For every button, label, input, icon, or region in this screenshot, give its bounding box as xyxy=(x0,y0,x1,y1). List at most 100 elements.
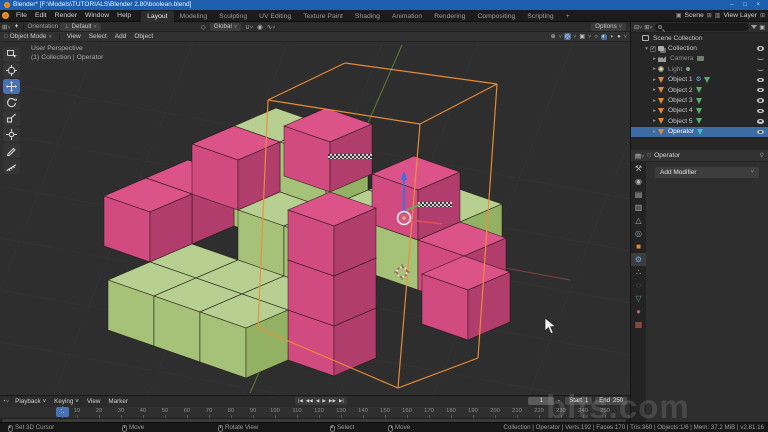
outliner-row-object-1[interactable]: ▸Object 1⚙ xyxy=(631,75,768,85)
window-controls[interactable]: – □ × xyxy=(730,0,764,10)
editor-type-icon[interactable]: ⊞˅ xyxy=(0,23,13,31)
expand-icon[interactable]: ▸ xyxy=(651,129,658,135)
pivot-point-icon[interactable]: ◇ xyxy=(199,23,208,31)
outliner-search-input[interactable] xyxy=(655,23,750,31)
expand-icon[interactable]: ▸ xyxy=(651,77,658,83)
timeline-menu-keying[interactable]: Keying ˅ xyxy=(50,398,83,405)
outliner-row-light[interactable]: ▸Light xyxy=(631,64,768,74)
tab-texture-paint[interactable]: Texture Paint xyxy=(297,11,349,22)
playback-button[interactable]: ▶ xyxy=(321,397,327,405)
new-collection-icon[interactable]: ▣ xyxy=(759,24,765,31)
properties-editor-icon[interactable]: ▤˅ xyxy=(635,152,644,160)
tab-layout[interactable]: Layout xyxy=(141,11,173,22)
outliner-row-collection[interactable]: ▾✓Collection xyxy=(631,43,768,53)
viewport-3d[interactable]: User Perspective (1) Collection | Operat… xyxy=(0,42,630,395)
solid-shading-icon[interactable]: ◐ xyxy=(601,34,607,40)
timeline-ruler[interactable]: 1 10203040506070809010011012013014015016… xyxy=(0,407,630,418)
gizmo-icon[interactable]: ⊕ xyxy=(550,33,557,40)
properties-tab-active-tool[interactable]: ⚒ xyxy=(631,162,646,175)
properties-tab-texture[interactable]: ▦ xyxy=(631,318,646,331)
tab-modeling[interactable]: Modeling xyxy=(174,11,214,22)
current-frame-field[interactable]: 1 xyxy=(528,397,554,405)
properties-tab-world[interactable]: ◎ xyxy=(631,227,646,240)
falloff-icon[interactable]: ∿˅ xyxy=(265,23,278,31)
new-scene-icon[interactable]: ⊞ xyxy=(707,12,712,19)
tab-uv-editing[interactable]: UV Editing xyxy=(253,11,297,22)
transform-tool-button[interactable] xyxy=(3,127,20,142)
xray-icon-caret[interactable]: ˅ xyxy=(588,34,591,40)
move-tool-button[interactable] xyxy=(3,79,20,94)
tab-scripting[interactable]: Scripting xyxy=(521,11,559,22)
display-mode-icon[interactable]: ⊞˅ xyxy=(644,24,652,31)
overlays-icon[interactable]: ◎ xyxy=(564,33,571,40)
outliner-row-object-2[interactable]: ▸Object 2 xyxy=(631,85,768,95)
new-view-layer-icon[interactable]: ⊞ xyxy=(760,12,765,19)
options-dropdown[interactable]: Options˅ xyxy=(591,23,626,31)
properties-tab-physics[interactable]: ◌ xyxy=(631,279,646,292)
menu-help[interactable]: Help xyxy=(113,12,135,19)
eye-open-icon[interactable] xyxy=(757,78,764,83)
annotate-tool-button[interactable] xyxy=(3,143,20,158)
snap-magnet-icon[interactable]: ∪˅ xyxy=(243,23,255,31)
view-layer-selector[interactable]: View Layer xyxy=(723,12,757,19)
expand-icon[interactable]: ▸ xyxy=(651,118,658,124)
tab-+[interactable]: + xyxy=(560,11,576,22)
menu-edit[interactable]: Edit xyxy=(31,12,51,19)
rendered-shading-icon[interactable]: ● xyxy=(616,34,622,40)
expand-icon[interactable]: ▸ xyxy=(651,98,658,104)
playback-button[interactable]: |◀ xyxy=(297,397,304,405)
scene-selector[interactable]: Scene xyxy=(684,12,703,19)
playback-button[interactable]: ▶▶ xyxy=(328,397,337,405)
playback-button[interactable]: ◀ xyxy=(315,397,321,405)
cursor-tool-button[interactable] xyxy=(3,63,20,78)
tab-sculpting[interactable]: Sculpting xyxy=(213,11,253,22)
expand-icon[interactable]: ▸ xyxy=(651,66,658,72)
properties-tab-output[interactable]: ▤ xyxy=(631,188,646,201)
tab-rendering[interactable]: Rendering xyxy=(428,11,471,22)
properties-tab-scene[interactable]: △ xyxy=(631,214,646,227)
gizmo-icon-caret[interactable]: ˅ xyxy=(559,34,562,40)
timeline-menu-playback[interactable]: Playback ˅ xyxy=(11,398,50,405)
expand-icon[interactable]: ▸ xyxy=(651,56,658,62)
add-modifier-button[interactable]: Add Modifier˅ xyxy=(655,167,759,178)
viewport-menu-select[interactable]: Select xyxy=(85,33,111,40)
properties-tab-render[interactable]: ◉ xyxy=(631,175,646,188)
pin-icon[interactable]: ⚲ xyxy=(760,152,764,159)
properties-tab-material[interactable]: ● xyxy=(631,305,646,318)
orientation-dropdown[interactable]: ⊥ Default˅ xyxy=(60,23,100,31)
menu-window[interactable]: Window xyxy=(81,12,113,19)
eye-closed-icon[interactable] xyxy=(757,67,764,71)
shading-dropdown-caret[interactable]: ˅ xyxy=(624,34,627,40)
outliner-row-operator[interactable]: ▸Operator xyxy=(631,127,768,137)
timeline-menu-view[interactable]: View xyxy=(83,398,105,405)
eye-open-icon[interactable] xyxy=(757,88,764,93)
properties-tab-particles[interactable]: ∴ xyxy=(631,266,646,279)
eye-open-icon[interactable] xyxy=(757,130,764,135)
outliner-row-object-3[interactable]: ▸Object 3 xyxy=(631,95,768,105)
eye-open-icon[interactable] xyxy=(757,98,764,103)
viewport-menu-add[interactable]: Add xyxy=(111,33,131,40)
proportional-editing-icon[interactable]: ◉ xyxy=(255,23,265,31)
timeline-menu-marker[interactable]: Marker xyxy=(104,398,132,405)
properties-tab-object[interactable]: ■ xyxy=(631,240,646,253)
expand-icon[interactable]: ▸ xyxy=(651,87,658,93)
properties-tab-view-layer[interactable]: ▥ xyxy=(631,201,646,214)
tab-animation[interactable]: Animation xyxy=(386,11,428,22)
tab-shading[interactable]: Shading xyxy=(349,11,386,22)
tab-compositing[interactable]: Compositing xyxy=(471,11,521,22)
select-box-tool-button[interactable] xyxy=(3,47,20,62)
expand-icon[interactable]: ▾ xyxy=(643,46,650,52)
filter-collection-icon[interactable]: ⊟˅ xyxy=(634,24,642,31)
expand-icon[interactable]: ▸ xyxy=(651,108,658,114)
start-frame-field[interactable]: Start1 xyxy=(565,397,592,405)
filter-icon[interactable] xyxy=(751,25,757,29)
blender-menu-icon[interactable] xyxy=(2,12,9,19)
outliner-row-object-4[interactable]: ▸Object 4 xyxy=(631,106,768,116)
outliner-row-scene-collection[interactable]: Scene Collection xyxy=(631,33,768,43)
eye-open-icon[interactable] xyxy=(757,109,764,114)
properties-tab-modifiers[interactable]: ⚙ xyxy=(631,253,646,266)
eye-closed-icon[interactable] xyxy=(757,57,764,61)
playback-button[interactable]: ◀◀ xyxy=(305,397,314,405)
rotate-tool-button[interactable] xyxy=(3,95,20,110)
viewport-menu-view[interactable]: View xyxy=(63,33,85,40)
